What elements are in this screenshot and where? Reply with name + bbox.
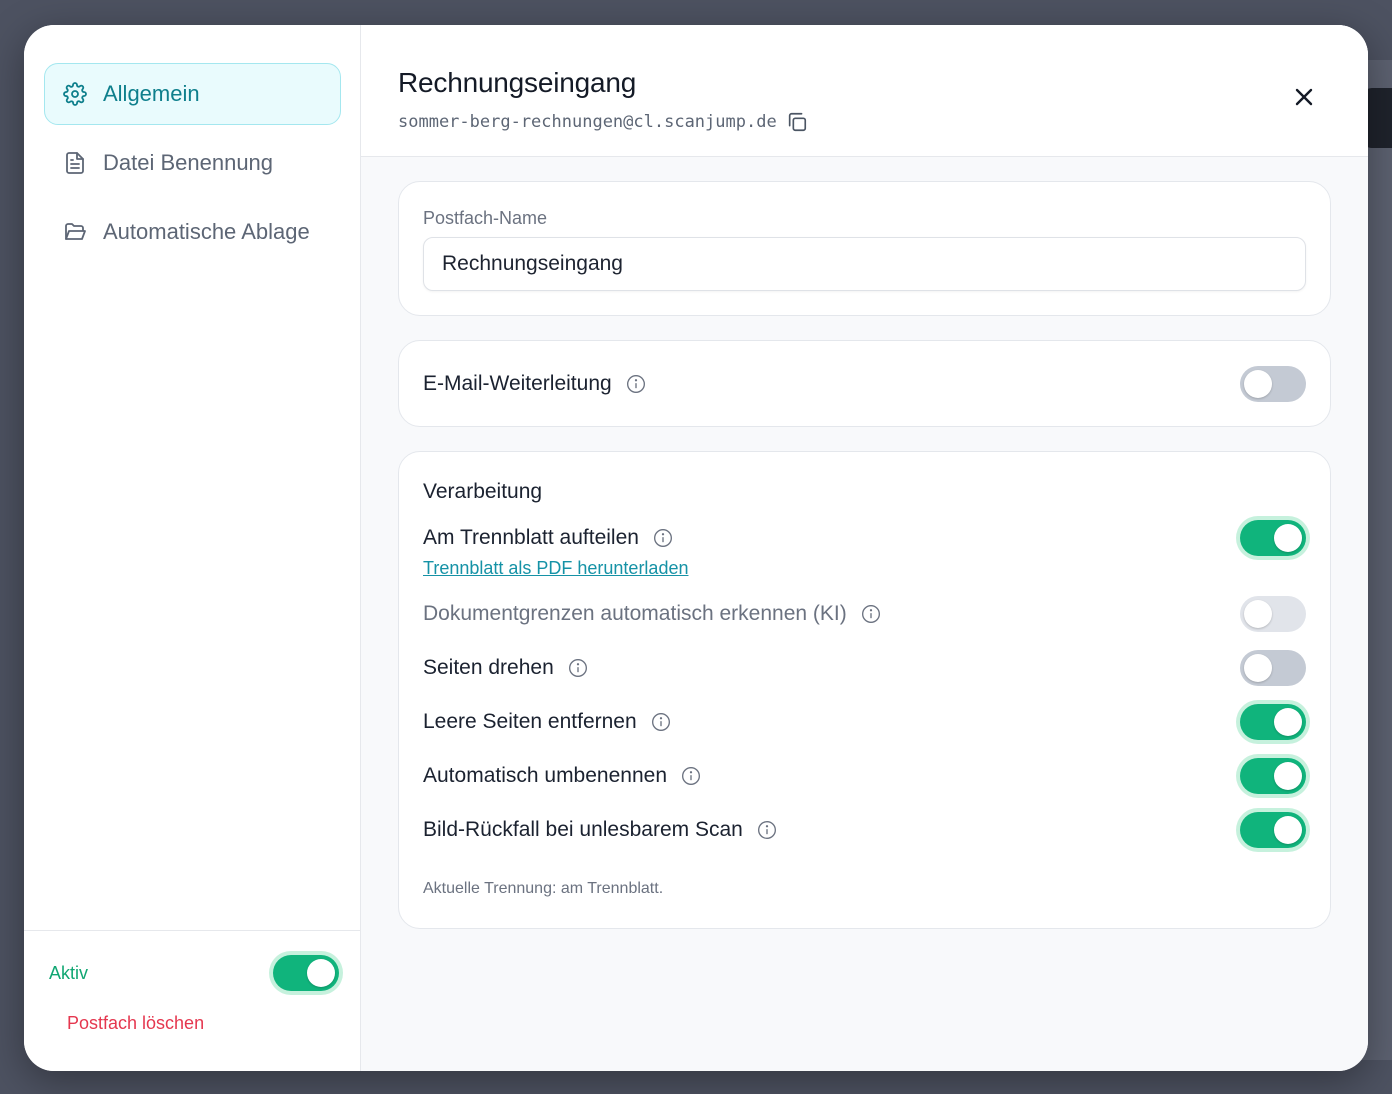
- blank-toggle[interactable]: [1240, 704, 1306, 740]
- detect-toggle[interactable]: [1240, 596, 1306, 632]
- close-icon: [1295, 88, 1313, 106]
- settings-content: Postfach-Name E-Mail-Weiterleitung Verar…: [361, 157, 1368, 929]
- download-separator-pdf-link[interactable]: Trennblatt als PDF herunterladen: [423, 558, 688, 579]
- active-label: Aktiv: [49, 962, 89, 983]
- sidebar-item-datei-benennung[interactable]: Datei Benennung: [44, 132, 341, 194]
- toggle-knob: [1274, 524, 1302, 552]
- blank-label: Leere Seiten entfernen: [423, 710, 637, 733]
- toggle-knob: [1274, 816, 1302, 844]
- rotate-row: Seiten drehen: [423, 649, 1306, 687]
- gear-icon: [63, 82, 87, 106]
- split-row: Am Trennblatt aufteilen: [423, 519, 1306, 557]
- close-button[interactable]: [1290, 83, 1318, 111]
- rotate-label: Seiten drehen: [423, 656, 554, 679]
- active-row: Aktiv: [49, 953, 339, 993]
- detect-row: Dokumentgrenzen automatisch erkennen (KI…: [423, 595, 1306, 633]
- sidebar-item-automatische-ablage[interactable]: Automatische Ablage: [44, 201, 341, 263]
- copy-icon[interactable]: [786, 111, 808, 133]
- delete-mailbox-button[interactable]: Postfach löschen: [67, 1013, 204, 1034]
- sidebar-nav: Allgemein Datei Benennung Automatische A…: [24, 25, 360, 263]
- toggle-knob: [1244, 369, 1272, 398]
- info-icon[interactable]: [861, 604, 881, 624]
- email-row: sommer-berg-rechnungen@cl.scanjump.de: [398, 111, 1368, 133]
- folder-open-icon: [63, 220, 87, 244]
- forwarding-card: E-Mail-Weiterleitung: [398, 340, 1331, 427]
- main-panel: Rechnungseingang sommer-berg-rechnungen@…: [361, 25, 1368, 1071]
- blank-label-row: Leere Seiten entfernen: [423, 710, 671, 734]
- info-icon[interactable]: [626, 374, 646, 394]
- toggle-knob: [307, 959, 335, 987]
- toggle-knob: [1244, 600, 1272, 628]
- fallback-label: Bild-Rückfall bei unlesbarem Scan: [423, 818, 743, 841]
- page-title: Rechnungseingang: [398, 67, 637, 98]
- forwarding-label-row: E-Mail-Weiterleitung: [423, 372, 646, 396]
- sidebar: Allgemein Datei Benennung Automatische A…: [24, 25, 361, 1071]
- rotate-toggle[interactable]: [1240, 650, 1306, 686]
- forwarding-toggle[interactable]: [1240, 365, 1306, 402]
- detect-label-row: Dokumentgrenzen automatisch erkennen (KI…: [423, 602, 881, 626]
- sidebar-item-label: Automatische Ablage: [103, 219, 310, 244]
- sidebar-item-label: Allgemein: [103, 81, 200, 106]
- settings-modal: Allgemein Datei Benennung Automatische A…: [24, 25, 1368, 1071]
- mailbox-name-input[interactable]: [423, 237, 1306, 291]
- detect-label: Dokumentgrenzen automatisch erkennen (KI…: [423, 602, 847, 625]
- mailbox-name-card: Postfach-Name: [398, 181, 1331, 316]
- mailbox-email: sommer-berg-rechnungen@cl.scanjump.de: [398, 112, 777, 132]
- processing-card: Verarbeitung Am Trennblatt aufteilen Tre…: [398, 451, 1331, 929]
- split-label-row: Am Trennblatt aufteilen: [423, 526, 673, 550]
- toggle-knob: [1274, 708, 1302, 736]
- processing-title: Verarbeitung: [423, 480, 543, 503]
- rename-label: Automatisch umbenennen: [423, 764, 667, 787]
- rotate-label-row: Seiten drehen: [423, 656, 588, 680]
- rename-label-row: Automatisch umbenennen: [423, 764, 701, 788]
- blank-row: Leere Seiten entfernen: [423, 703, 1306, 741]
- fallback-toggle[interactable]: [1240, 812, 1306, 848]
- info-icon[interactable]: [568, 658, 588, 678]
- toggle-knob: [1274, 762, 1302, 790]
- info-icon[interactable]: [651, 712, 671, 732]
- document-icon: [63, 151, 87, 175]
- forwarding-label: E-Mail-Weiterleitung: [423, 371, 612, 395]
- fallback-row: Bild-Rückfall bei unlesbarem Scan: [423, 811, 1306, 849]
- split-toggle[interactable]: [1240, 520, 1306, 556]
- info-icon[interactable]: [653, 528, 673, 548]
- modal-header: Rechnungseingang sommer-berg-rechnungen@…: [361, 25, 1368, 157]
- toggle-knob: [1244, 654, 1272, 682]
- sidebar-item-label: Datei Benennung: [103, 150, 274, 175]
- fallback-label-row: Bild-Rückfall bei unlesbarem Scan: [423, 818, 777, 842]
- rename-toggle[interactable]: [1240, 758, 1306, 794]
- active-toggle[interactable]: [273, 955, 339, 991]
- split-label: Am Trennblatt aufteilen: [423, 526, 639, 549]
- info-icon[interactable]: [757, 820, 777, 840]
- sidebar-footer: Aktiv Postfach löschen: [24, 930, 360, 1071]
- sidebar-item-allgemein[interactable]: Allgemein: [44, 63, 341, 125]
- info-icon[interactable]: [681, 766, 701, 786]
- current-split-hint: Aktuelle Trennung: am Trennblatt.: [423, 880, 664, 897]
- mailbox-name-label: Postfach-Name: [423, 208, 548, 228]
- rename-row: Automatisch umbenennen: [423, 757, 1306, 795]
